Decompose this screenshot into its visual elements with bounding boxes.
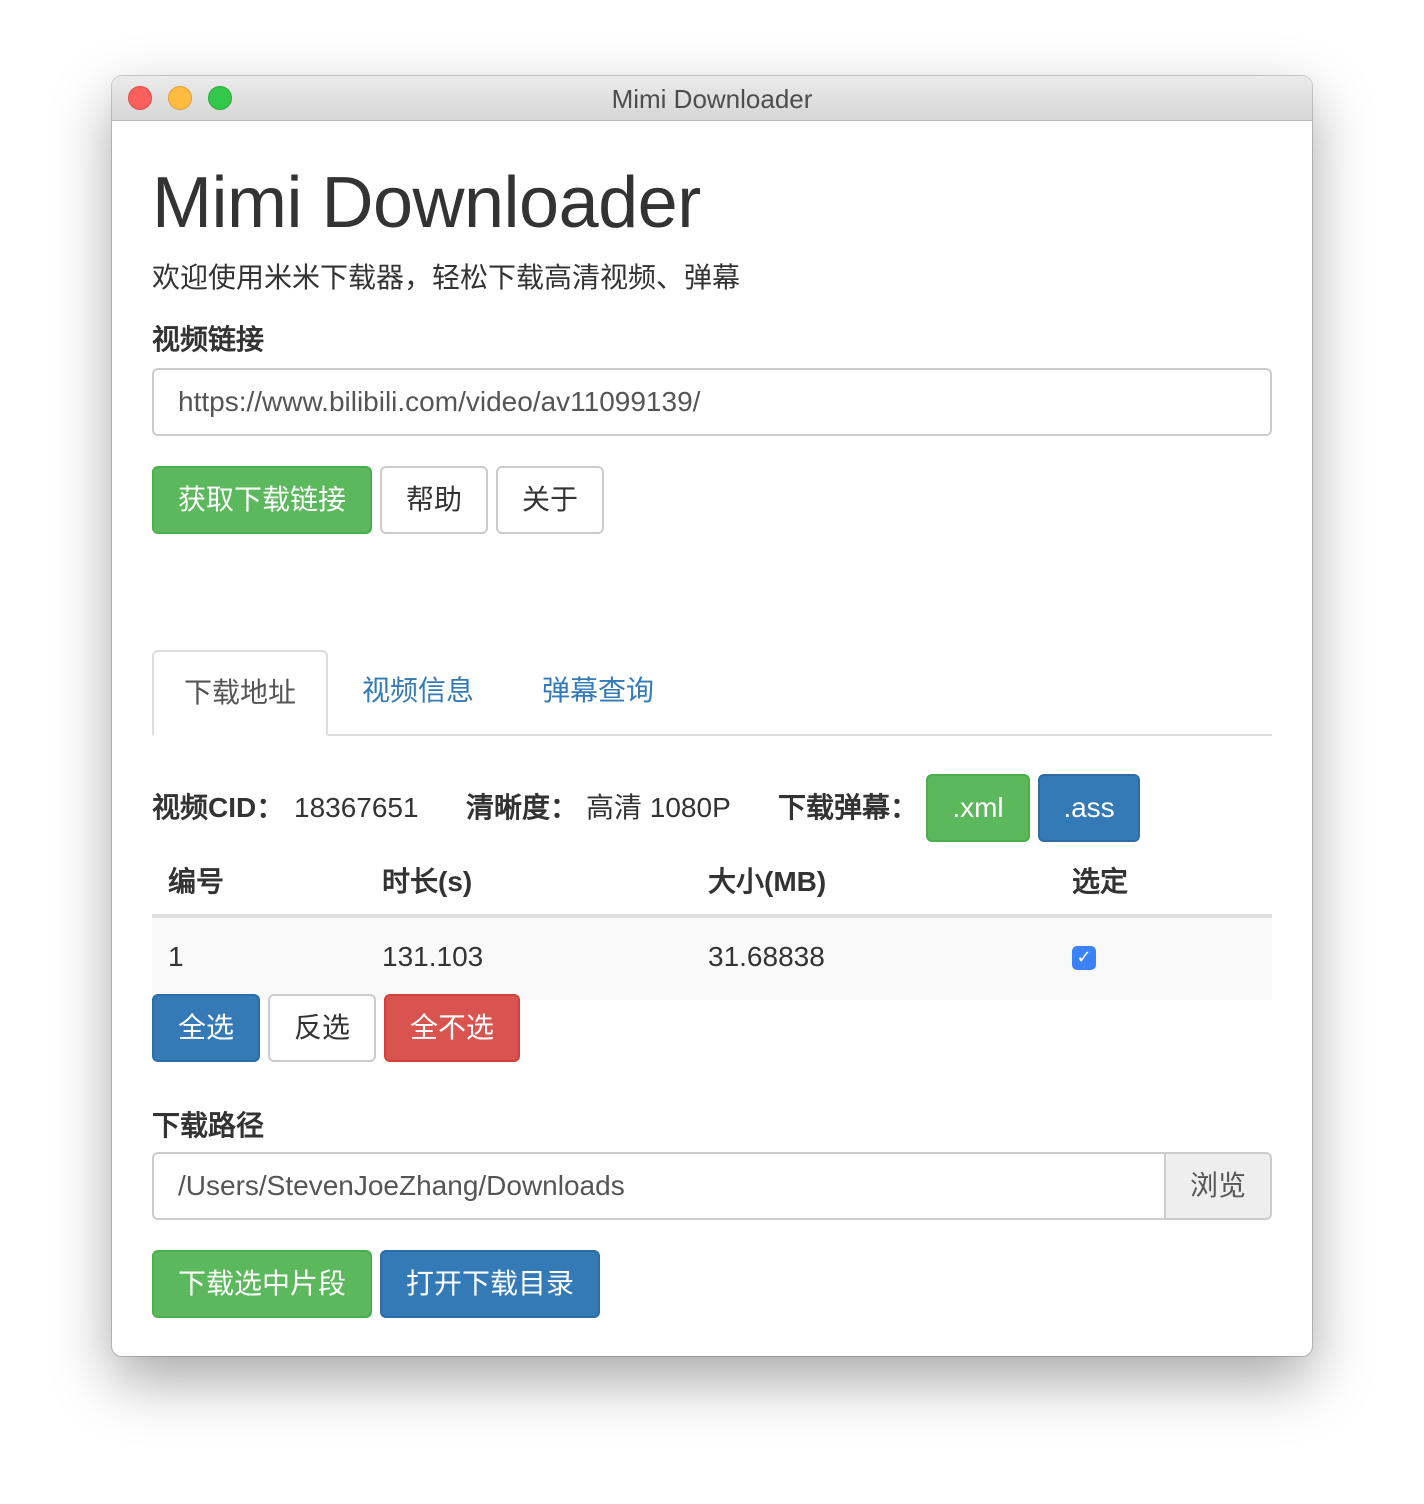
tab-video-info[interactable]: 视频信息: [336, 650, 500, 734]
select-all-button[interactable]: 全选: [152, 994, 260, 1062]
window-title: Mimi Downloader: [611, 84, 813, 114]
quality-label: 清晰度：: [466, 792, 579, 823]
about-button[interactable]: 关于: [496, 466, 604, 534]
danmaku-label: 下载弹幕：: [778, 792, 919, 823]
get-link-button[interactable]: 获取下载链接: [152, 466, 372, 534]
download-path-label: 下载路径: [152, 1110, 265, 1141]
tab-danmaku-query[interactable]: 弹幕查询: [516, 650, 680, 734]
download-selected-button[interactable]: 下载选中片段: [152, 1250, 372, 1318]
cell-size: 31.68838: [708, 941, 825, 972]
open-download-folder-button[interactable]: 打开下载目录: [380, 1250, 600, 1318]
cid-value: 18367651: [294, 792, 419, 823]
browse-button[interactable]: 浏览: [1166, 1152, 1272, 1220]
download-path-input[interactable]: [152, 1152, 1166, 1220]
cid-label: 视频CID：: [152, 792, 285, 823]
invert-selection-button[interactable]: 反选: [268, 994, 376, 1062]
select-none-button[interactable]: 全不选: [384, 994, 520, 1062]
tab-download-address[interactable]: 下载地址: [152, 650, 328, 736]
cell-index: 1: [168, 941, 184, 972]
download-ass-button[interactable]: .ass: [1038, 774, 1140, 842]
table-row: 1 131.103 31.68838 ✓: [152, 918, 1272, 1000]
select-checkbox[interactable]: ✓: [1072, 946, 1096, 970]
download-xml-button[interactable]: .xml: [926, 774, 1030, 842]
help-button[interactable]: 帮助: [380, 466, 488, 534]
page-subtitle: 欢迎使用米米下载器，轻松下载高清视频、弹幕: [152, 262, 741, 293]
video-link-input[interactable]: [152, 368, 1272, 436]
quality-value: 高清 1080P: [586, 792, 731, 823]
video-link-label: 视频链接: [152, 324, 265, 355]
title-bar[interactable]: Mimi Downloader: [112, 76, 1312, 121]
cell-duration: 131.103: [382, 941, 484, 972]
app-window: Mimi Downloader Mimi Downloader 欢迎使用米米下载…: [112, 76, 1312, 1356]
page-title: Mimi Downloader: [152, 163, 701, 243]
tab-bar: 下载地址 视频信息 弹幕查询: [152, 650, 1272, 736]
